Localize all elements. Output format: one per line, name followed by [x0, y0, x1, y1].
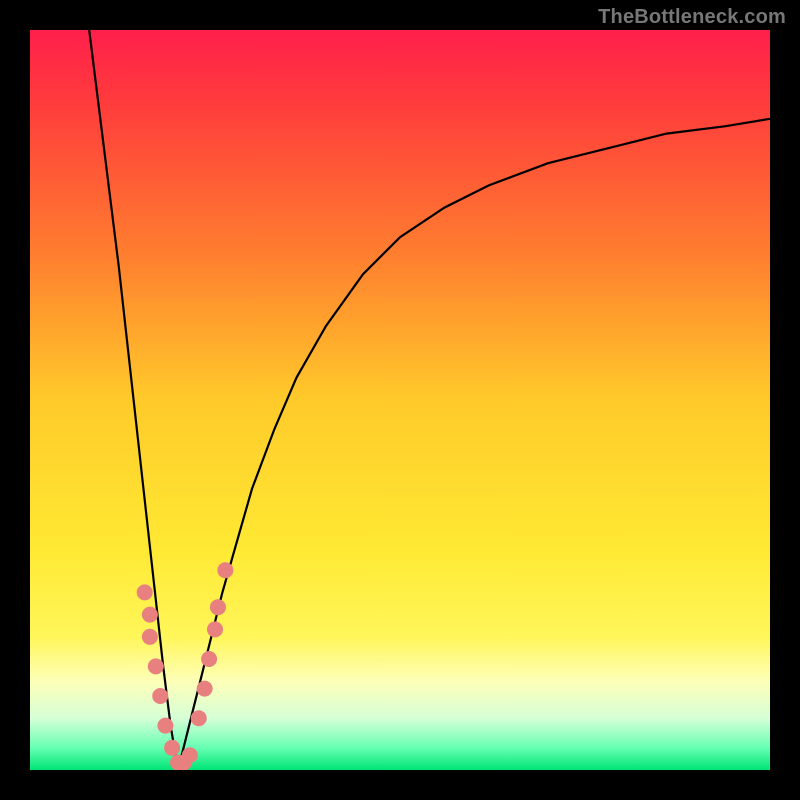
marker-point [207, 621, 223, 637]
marker-point [197, 681, 213, 697]
marker-point [142, 607, 158, 623]
marker-point [152, 688, 168, 704]
marker-point [191, 710, 207, 726]
watermark-label: TheBottleneck.com [598, 6, 786, 29]
curve-layer [30, 30, 770, 770]
marker-point [157, 718, 173, 734]
curve-left [89, 30, 178, 770]
marker-point [201, 651, 217, 667]
marker-point [164, 740, 180, 756]
marker-point [137, 584, 153, 600]
marker-point [148, 658, 164, 674]
marker-point [142, 629, 158, 645]
curve-right [178, 119, 770, 770]
chart-frame: TheBottleneck.com [0, 0, 800, 800]
marker-point [210, 599, 226, 615]
marker-point [182, 747, 198, 763]
plot-area [30, 30, 770, 770]
marker-point [217, 562, 233, 578]
